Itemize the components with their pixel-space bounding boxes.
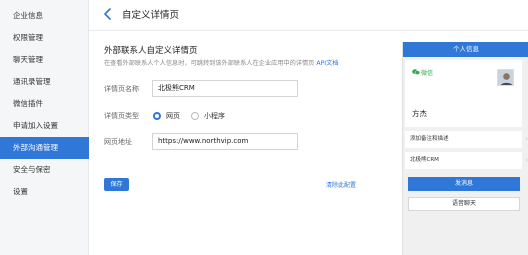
url-input[interactable]: https://www.northvip.com: [152, 133, 298, 150]
sidebar-item-chat-management[interactable]: 聊天管理: [0, 49, 89, 71]
back-button[interactable]: [101, 6, 115, 22]
type-option-web-label: 网页: [166, 112, 180, 120]
api-doc-link[interactable]: API文档: [316, 60, 338, 67]
top-bar: 自定义详情页: [89, 0, 528, 31]
name-label: 详情页名称: [104, 85, 139, 93]
page-title: 自定义详情页: [122, 10, 180, 21]
section-title: 外部联系人自定义详情页: [104, 46, 198, 56]
sidebar-item-permissions[interactable]: 权限管理: [0, 27, 89, 49]
url-label: 网页地址: [104, 138, 132, 146]
sidebar-item-security[interactable]: 安全与保密: [0, 159, 89, 181]
sidebar-item-settings[interactable]: 设置: [0, 181, 89, 203]
type-radio-miniprogram[interactable]: 小程序: [191, 111, 225, 121]
contact-preview: 个人信息 微信 方杰 添加备注和描述 › 北极熊CRM › 发消息 语音聊天: [402, 42, 528, 255]
add-note-label: 添加备注和描述: [410, 136, 449, 142]
section-description: 在查看外部联系人个人信息时，可跳转到该外部联系人在企业应用中的详情页 API文档: [104, 58, 339, 67]
clear-config-link[interactable]: 清除此配置: [326, 180, 356, 189]
preview-header: 个人信息: [403, 42, 528, 57]
main-panel: 自定义详情页 外部联系人自定义详情页 在查看外部联系人个人信息时，可跳转到该外部…: [89, 0, 528, 255]
chevron-left-icon: [104, 8, 111, 20]
contact-card: 微信 方杰: [405, 60, 522, 127]
sidebar: 企业信息 权限管理 聊天管理 通讯录管理 微信插件 申请加入设置 外部沟通管理 …: [0, 0, 89, 255]
voice-chat-button[interactable]: 语音聊天: [408, 197, 520, 211]
name-input[interactable]: 北极熊CRM: [152, 80, 298, 97]
sidebar-item-join-settings[interactable]: 申请加入设置: [0, 115, 89, 137]
type-radio-web[interactable]: 网页: [153, 111, 180, 121]
sidebar-item-external-communication[interactable]: 外部沟通管理: [0, 137, 89, 159]
save-button[interactable]: 保存: [104, 178, 129, 191]
person-icon: [498, 70, 513, 85]
contact-name: 方杰: [412, 109, 427, 118]
radio-selected-icon: [153, 112, 161, 120]
section-description-text: 在查看外部联系人个人信息时，可跳转到该外部联系人在企业应用中的详情页: [104, 60, 315, 67]
type-label: 详情页类型: [104, 112, 139, 120]
sidebar-item-wechat-plugin[interactable]: 微信插件: [0, 93, 89, 115]
custom-detail-label: 北极熊CRM: [410, 157, 439, 163]
type-option-miniprogram-label: 小程序: [204, 112, 225, 120]
sidebar-item-enterprise-info[interactable]: 企业信息: [0, 5, 89, 27]
custom-detail-row[interactable]: 北极熊CRM ›: [405, 152, 528, 169]
avatar: [497, 69, 514, 86]
wechat-label: 微信: [421, 70, 434, 77]
radio-unselected-icon: [191, 112, 199, 120]
add-note-row[interactable]: 添加备注和描述 ›: [405, 131, 528, 148]
send-message-button[interactable]: 发消息: [408, 177, 520, 191]
wechat-icon: [412, 69, 420, 75]
sidebar-item-contacts-management[interactable]: 通讯录管理: [0, 71, 89, 93]
